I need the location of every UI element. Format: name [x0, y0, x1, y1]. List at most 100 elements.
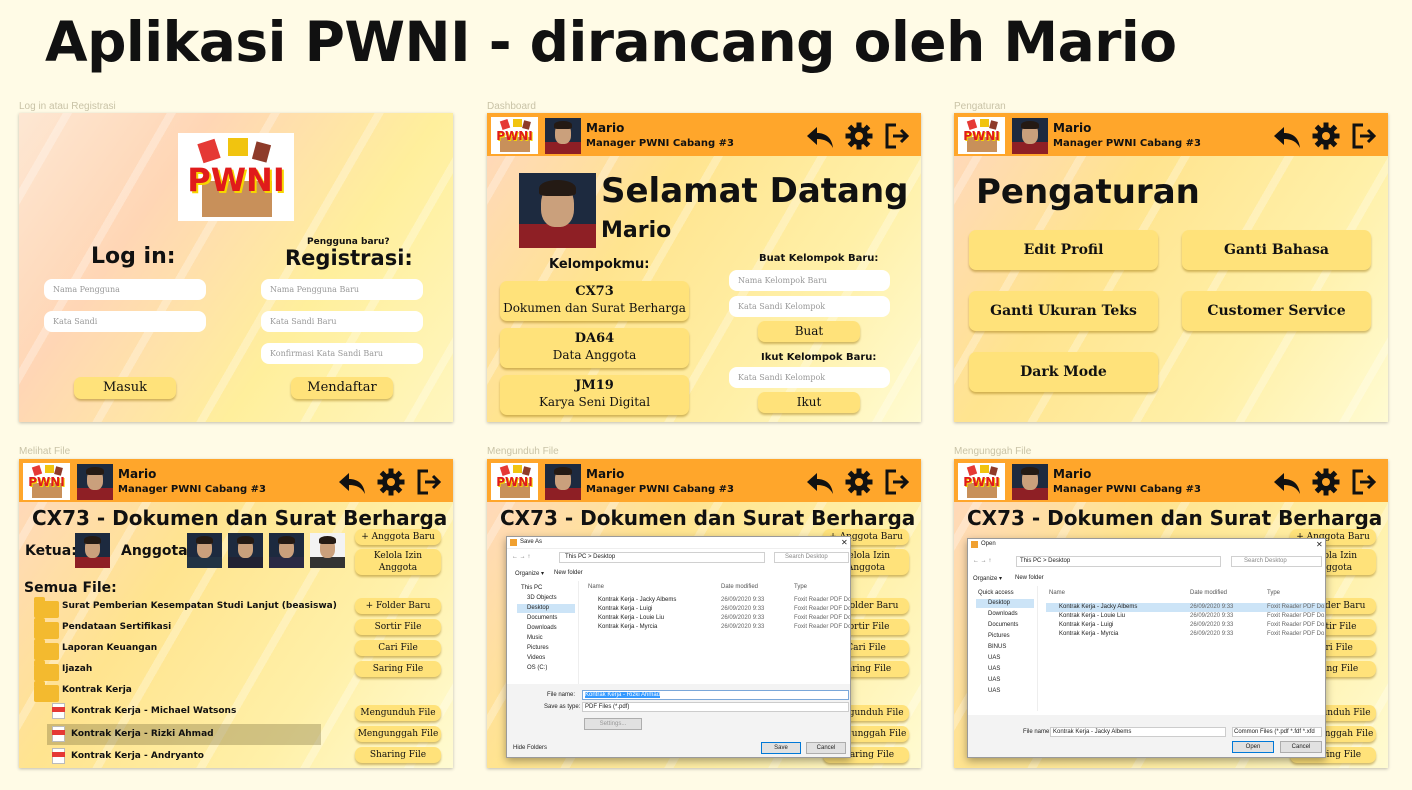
new-folder-button[interactable]: New folder: [1015, 575, 1044, 581]
column-header[interactable]: Type: [794, 584, 807, 590]
settings-button[interactable]: Settings...: [584, 718, 642, 730]
nav-item-selected[interactable]: Desktop: [527, 605, 549, 611]
group-card-jm19[interactable]: JM19 Karya Seni Digital: [500, 375, 689, 415]
dark-mode-button[interactable]: Dark Mode: [969, 352, 1158, 392]
save-type-select[interactable]: PDF Files (*.pdf): [585, 704, 629, 710]
group-card-cx73[interactable]: CX73 Dokumen dan Surat Berharga: [500, 281, 689, 321]
nav-item[interactable]: Pictures: [527, 645, 549, 651]
file-name-input[interactable]: Kontrak Kerja - Rizki Ahmad: [585, 692, 661, 698]
organize-menu[interactable]: Organize ▾: [515, 570, 544, 577]
file-row[interactable]: Kontrak Kerja - Luigi: [1059, 622, 1113, 628]
file-item-selected[interactable]: Kontrak Kerja - Rizki Ahmad: [71, 728, 214, 740]
back-arrow-icon[interactable]: [337, 467, 367, 497]
back-arrow-icon[interactable]: [805, 467, 835, 497]
nav-item[interactable]: Downloads: [527, 625, 557, 631]
new-username-input[interactable]: Nama Pengguna Baru: [261, 279, 423, 300]
column-header[interactable]: Date modified: [1190, 590, 1227, 596]
file-row-selected[interactable]: Kontrak Kerja - Jacky Albems: [1059, 604, 1137, 610]
create-group-button[interactable]: Buat: [758, 321, 860, 342]
join-group-button[interactable]: Ikut: [758, 392, 860, 413]
nav-arrows-icon[interactable]: ← → ↑: [973, 558, 991, 564]
column-header[interactable]: Name: [588, 584, 604, 590]
manage-permissions-button[interactable]: Kelola Izin Anggota: [355, 549, 441, 575]
customer-service-button[interactable]: Customer Service: [1182, 291, 1371, 331]
hide-folders-toggle[interactable]: Hide Folders: [513, 745, 547, 751]
nav-item[interactable]: BINUS: [988, 644, 1006, 650]
gear-icon[interactable]: [1311, 467, 1341, 497]
logout-icon[interactable]: [415, 467, 445, 497]
back-arrow-icon[interactable]: [1272, 121, 1302, 151]
password-input[interactable]: Kata Sandi: [44, 311, 206, 332]
organize-menu[interactable]: Organize ▾: [973, 575, 1002, 582]
file-item[interactable]: Kontrak Kerja - Michael Watsons: [71, 705, 236, 717]
nav-item[interactable]: UAS: [988, 655, 1000, 661]
text-size-button[interactable]: Ganti Ukuran Teks: [969, 291, 1158, 331]
nav-item[interactable]: UAS: [988, 677, 1000, 683]
search-box[interactable]: Search Desktop: [1244, 558, 1287, 564]
nav-item[interactable]: Documents: [988, 622, 1018, 628]
file-row[interactable]: Kontrak Kerja - Luigi: [598, 606, 652, 612]
gear-icon[interactable]: [844, 467, 874, 497]
new-folder-button[interactable]: + Folder Baru: [355, 598, 441, 614]
cancel-button[interactable]: Cancel: [1280, 741, 1322, 753]
sort-files-button[interactable]: Sortir File: [355, 619, 441, 635]
search-box[interactable]: Search Desktop: [785, 554, 828, 560]
column-header[interactable]: Date modified: [721, 584, 758, 590]
edit-profile-button[interactable]: Edit Profil: [969, 230, 1158, 270]
upload-button[interactable]: Mengunggah File: [355, 726, 441, 742]
file-row[interactable]: Kontrak Kerja - Myrcia: [1059, 631, 1118, 637]
nav-item[interactable]: Downloads: [988, 611, 1018, 617]
share-button[interactable]: Sharing File: [355, 747, 441, 763]
back-arrow-icon[interactable]: [1272, 467, 1302, 497]
nav-item[interactable]: Music: [527, 635, 543, 641]
folder-item[interactable]: Laporan Keuangan: [62, 642, 157, 654]
login-button[interactable]: Masuk: [74, 377, 176, 399]
new-password-input[interactable]: Kata Sandi Baru: [261, 311, 423, 332]
gear-icon[interactable]: [1311, 121, 1341, 151]
nav-item[interactable]: OS (C:): [527, 665, 547, 671]
username-input[interactable]: Nama Pengguna: [44, 279, 206, 300]
search-files-button[interactable]: Cari File: [355, 640, 441, 656]
folder-item[interactable]: Kontrak Kerja: [62, 684, 132, 696]
logout-icon[interactable]: [883, 467, 913, 497]
address-bar[interactable]: This PC > Desktop: [565, 554, 615, 560]
nav-item[interactable]: Documents: [527, 615, 557, 621]
folder-item[interactable]: Ijazah: [62, 663, 92, 675]
folder-item[interactable]: Surat Pemberian Kesempatan Studi Lanjut …: [62, 600, 337, 612]
logout-icon[interactable]: [883, 121, 913, 151]
back-arrow-icon[interactable]: [805, 121, 835, 151]
file-type-select[interactable]: Common Files (*.pdf *.fdf *.xfd: [1234, 729, 1315, 735]
download-button[interactable]: Mengunduh File: [355, 705, 441, 721]
nav-item[interactable]: 3D Objects: [527, 595, 557, 601]
register-button[interactable]: Mendaftar: [291, 377, 393, 399]
close-icon[interactable]: ✕: [841, 538, 848, 547]
close-icon[interactable]: ✕: [1316, 540, 1323, 549]
nav-item[interactable]: This PC: [521, 585, 542, 591]
folder-item[interactable]: Pendataan Sertifikasi: [62, 621, 171, 633]
join-password-input[interactable]: Kata Sandi Kelompok: [729, 367, 890, 388]
file-item[interactable]: Kontrak Kerja - Andryanto: [71, 750, 204, 762]
nav-item[interactable]: UAS: [988, 666, 1000, 672]
save-button[interactable]: Save: [761, 742, 801, 754]
group-card-da64[interactable]: DA64 Data Anggota: [500, 328, 689, 368]
address-bar[interactable]: This PC > Desktop: [1020, 558, 1070, 564]
nav-item[interactable]: UAS: [988, 688, 1000, 694]
new-folder-button[interactable]: New folder: [554, 570, 583, 576]
nav-arrows-icon[interactable]: ← → ↑: [512, 554, 530, 560]
logout-icon[interactable]: [1350, 121, 1380, 151]
add-member-button[interactable]: + Anggota Baru: [355, 529, 441, 545]
open-button[interactable]: Open: [1232, 741, 1274, 753]
group-name-input[interactable]: Nama Kelompok Baru: [729, 270, 890, 291]
file-name-input[interactable]: Kontrak Kerja - Jacky Albems: [1053, 729, 1131, 735]
nav-item[interactable]: Pictures: [988, 633, 1010, 639]
file-row[interactable]: Kontrak Kerja - Jacky Albems: [598, 597, 676, 603]
gear-icon[interactable]: [844, 121, 874, 151]
logout-icon[interactable]: [1350, 467, 1380, 497]
file-row[interactable]: Kontrak Kerja - Louie Liu: [598, 615, 664, 621]
column-header[interactable]: Type: [1267, 590, 1280, 596]
group-password-input[interactable]: Kata Sandi Kelompok: [729, 296, 890, 317]
nav-item-selected[interactable]: Desktop: [988, 600, 1010, 606]
file-row[interactable]: Kontrak Kerja - Louie Liu: [1059, 613, 1125, 619]
column-header[interactable]: Name: [1049, 590, 1065, 596]
nav-item[interactable]: Videos: [527, 655, 545, 661]
